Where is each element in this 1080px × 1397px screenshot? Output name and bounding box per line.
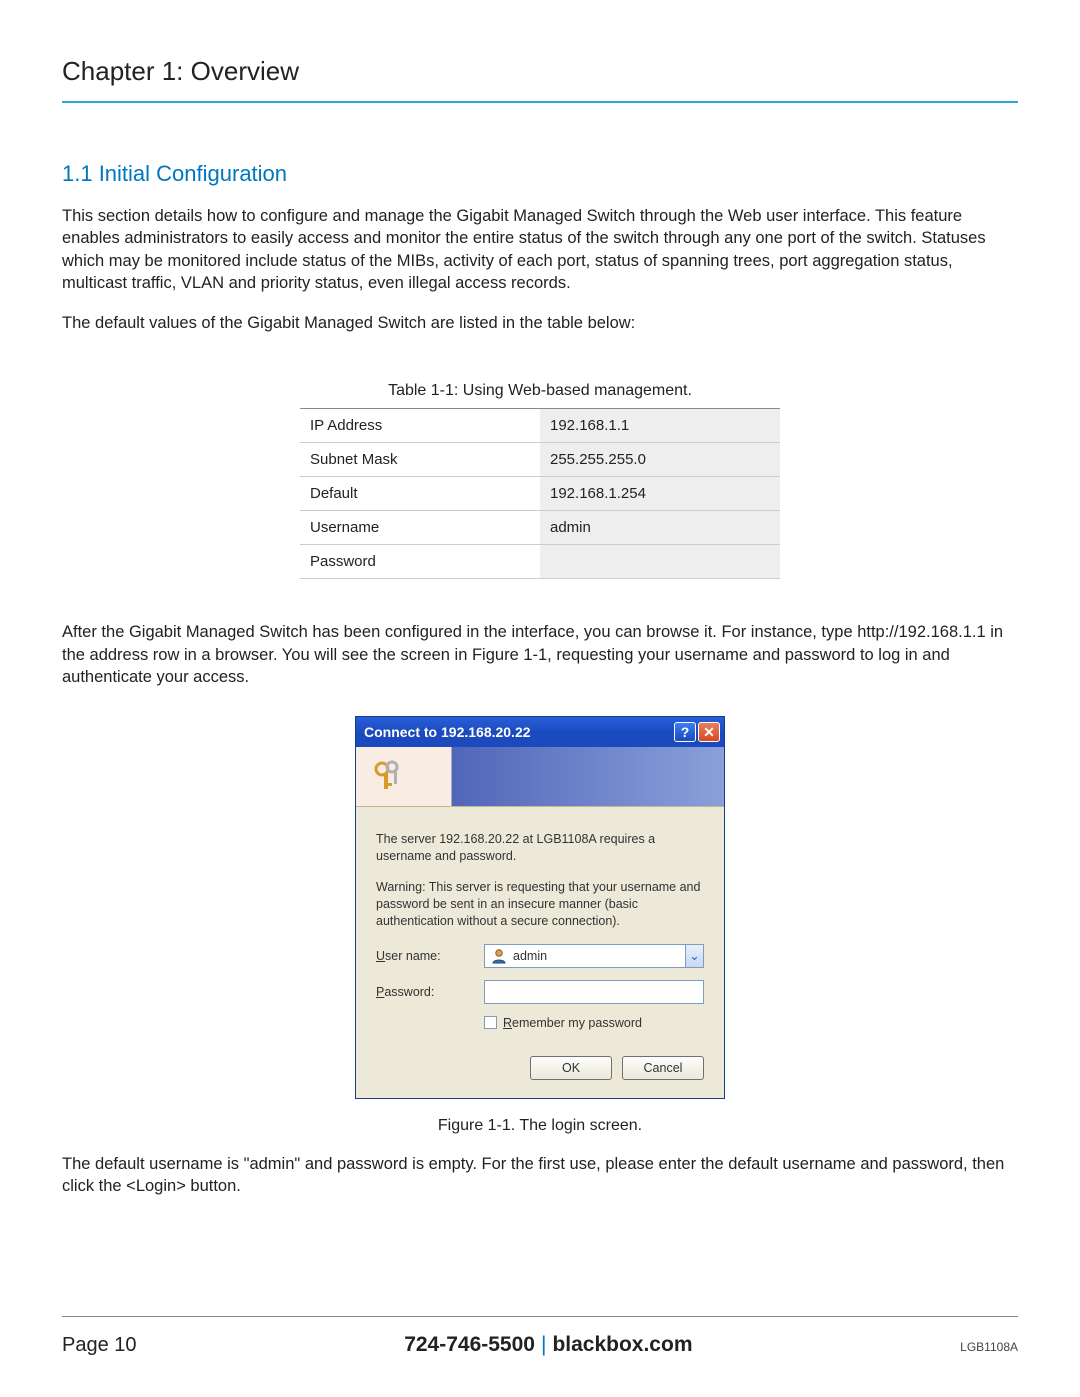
keys-icon (370, 759, 406, 795)
dialog-title: Connect to 192.168.20.22 (364, 724, 672, 740)
username-combobox[interactable]: admin ⌄ (484, 944, 704, 968)
defaults-table: IP Address 192.168.1.1 Subnet Mask 255.2… (300, 409, 780, 579)
cancel-button[interactable]: Cancel (622, 1056, 704, 1080)
figure-caption: Figure 1-1. The login screen. (62, 1117, 1018, 1135)
dialog-titlebar[interactable]: Connect to 192.168.20.22 ? ✕ (356, 717, 724, 747)
table-cell-value (540, 545, 780, 579)
password-input[interactable] (484, 980, 704, 1004)
username-value: admin (513, 949, 685, 963)
table-cell-label: Password (300, 545, 540, 579)
table-cell-label: IP Address (300, 409, 540, 443)
paragraph-after-table: After the Gigabit Managed Switch has bee… (62, 621, 1018, 688)
table-cell-label: Subnet Mask (300, 443, 540, 477)
table-cell-label: Default (300, 477, 540, 511)
model-number: LGB1108A (960, 1340, 1018, 1354)
chapter-title: Chapter 1: Overview (62, 56, 1018, 103)
page-number: Page 10 (62, 1334, 137, 1357)
table-row: Username admin (300, 511, 780, 545)
paragraph-table-lede: The default values of the Gigabit Manage… (62, 312, 1018, 334)
table-cell-value: admin (540, 511, 780, 545)
table-cell-value: 192.168.1.1 (540, 409, 780, 443)
help-button[interactable]: ? (674, 722, 696, 742)
section-title: 1.1 Initial Configuration (62, 161, 1018, 187)
username-label: User name: (376, 949, 484, 963)
table-row: Subnet Mask 255.255.255.0 (300, 443, 780, 477)
page-footer: Page 10 724-746-5500|blackbox.com LGB110… (62, 1316, 1018, 1357)
table-caption: Table 1-1: Using Web-based management. (300, 382, 780, 409)
dialog-banner (356, 747, 724, 807)
remember-password-label: Remember my password (503, 1016, 642, 1030)
table-cell-value: 192.168.1.254 (540, 477, 780, 511)
password-label: Password: (376, 985, 484, 999)
dialog-message-1: The server 192.168.20.22 at LGB1108A req… (376, 831, 704, 865)
paragraph-outro: The default username is "admin" and pass… (62, 1153, 1018, 1198)
dialog-message-2: Warning: This server is requesting that … (376, 879, 704, 930)
table-row: IP Address 192.168.1.1 (300, 409, 780, 443)
table-row: Default 192.168.1.254 (300, 477, 780, 511)
footer-contact: 724-746-5500|blackbox.com (137, 1333, 961, 1357)
dialog-body: The server 192.168.20.22 at LGB1108A req… (356, 807, 724, 1097)
table-row: Password (300, 545, 780, 579)
chevron-down-icon[interactable]: ⌄ (685, 945, 703, 967)
remember-password-checkbox[interactable] (484, 1016, 497, 1029)
close-button[interactable]: ✕ (698, 722, 720, 742)
table-cell-label: Username (300, 511, 540, 545)
ok-button[interactable]: OK (530, 1056, 612, 1080)
user-icon (491, 948, 507, 964)
table-cell-value: 255.255.255.0 (540, 443, 780, 477)
paragraph-intro: This section details how to configure an… (62, 205, 1018, 294)
login-dialog: Connect to 192.168.20.22 ? ✕ The server … (355, 716, 725, 1098)
